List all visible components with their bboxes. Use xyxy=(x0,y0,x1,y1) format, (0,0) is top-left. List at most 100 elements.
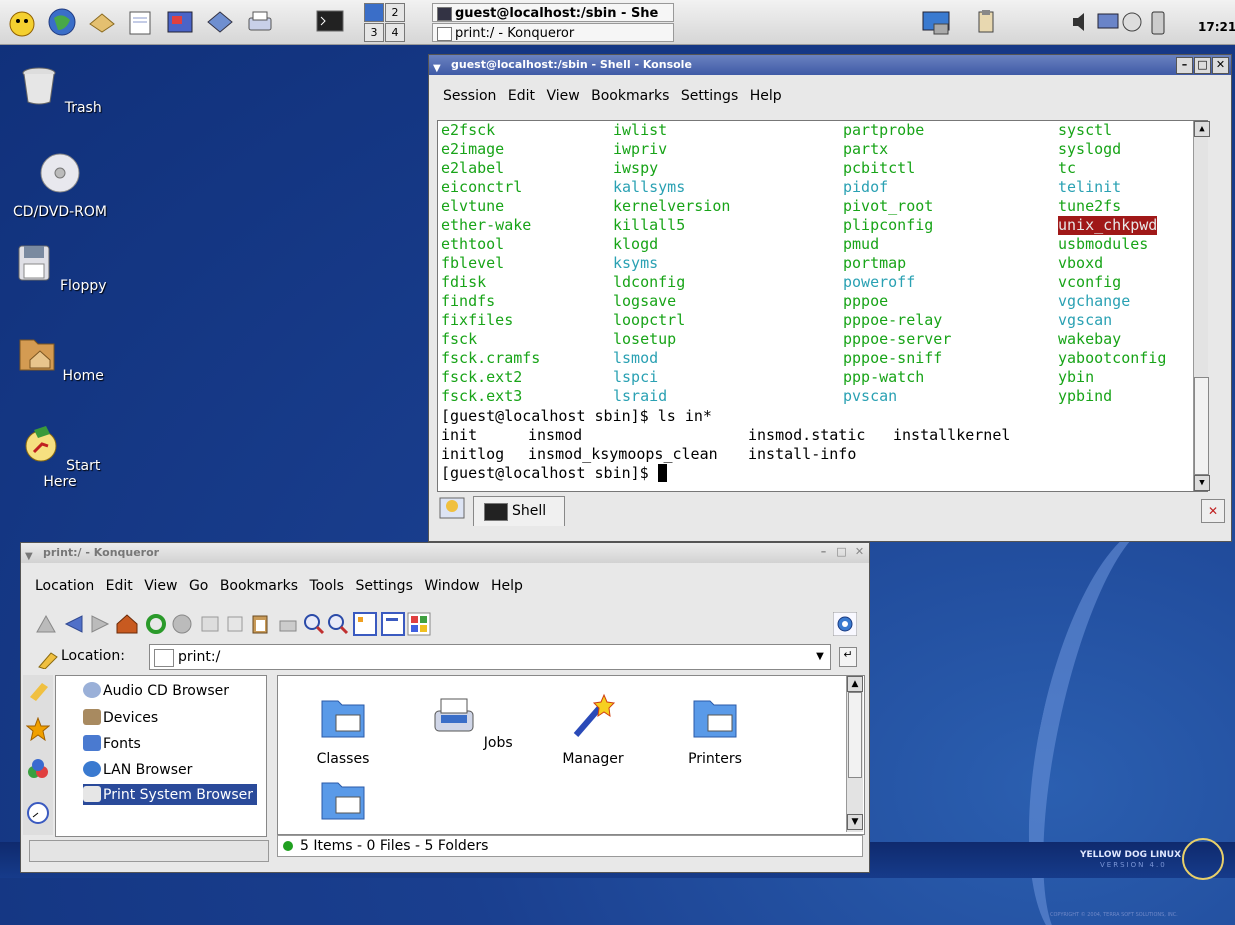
copy-icon[interactable] xyxy=(225,613,247,635)
tab-shell[interactable]: Shell xyxy=(473,496,565,526)
icon-view-icon[interactable] xyxy=(353,612,377,636)
menu-window[interactable]: Window xyxy=(424,578,479,594)
printer-icon[interactable] xyxy=(244,6,276,38)
menu-tools[interactable]: Tools xyxy=(309,578,344,594)
file-item-folder[interactable] xyxy=(293,773,393,833)
menu-view[interactable]: View xyxy=(144,578,177,594)
window-menu-icon[interactable]: ▼ xyxy=(433,59,441,79)
menu-edit[interactable]: Edit xyxy=(508,88,535,104)
new-session-icon[interactable] xyxy=(439,497,465,519)
tree-item-devices[interactable]: Devices xyxy=(83,709,158,726)
up-arrow-icon[interactable] xyxy=(35,613,57,635)
menu-bookmarks[interactable]: Bookmarks xyxy=(591,88,669,104)
zoom-out-icon[interactable] xyxy=(327,613,349,635)
gear-icon[interactable] xyxy=(833,612,857,636)
minimize-button[interactable]: – xyxy=(1176,57,1193,74)
forward-arrow-icon[interactable] xyxy=(89,613,111,635)
bookmarks-tab-icon[interactable] xyxy=(26,677,50,701)
desktop-icon-trash[interactable]: Trash xyxy=(10,64,110,116)
tree-item-print-system[interactable]: Print System Browser xyxy=(83,784,258,805)
desktop-icon-start-here[interactable]: Start Here xyxy=(10,422,110,490)
maximize-button[interactable]: □ xyxy=(1194,57,1211,74)
pager-desktop-4[interactable]: 4 xyxy=(385,23,405,42)
maximize-button[interactable]: □ xyxy=(834,545,849,560)
terminal-screen[interactable]: e2fsck e2image e2label eiconctrl elvtune ethe… xyxy=(437,120,1210,492)
menu-bookmarks[interactable]: Bookmarks xyxy=(220,578,298,594)
konqueror-menubar: Location Edit View Go Bookmarks Tools Se… xyxy=(35,578,530,594)
scroll-thumb[interactable] xyxy=(1194,377,1209,475)
close-session-icon[interactable]: ✕ xyxy=(1201,499,1225,523)
konsole-titlebar[interactable]: ▼ guest@localhost:/sbin - Shell - Konsol… xyxy=(429,55,1231,75)
menu-go[interactable]: Go xyxy=(189,578,208,594)
screenshot-icon[interactable] xyxy=(920,6,952,38)
multicolumn-view-icon[interactable] xyxy=(407,612,431,636)
pager-desktop-2[interactable]: 2 xyxy=(385,3,405,22)
location-dropdown-button[interactable]: ▼ xyxy=(812,647,828,667)
minimize-button[interactable]: – xyxy=(816,545,831,560)
tree-item-audio-cd[interactable]: Audio CD Browser xyxy=(83,682,229,699)
mail-client-icon[interactable] xyxy=(86,6,118,38)
desktop-icon-cdrom[interactable]: CD/DVD-ROM xyxy=(10,152,110,220)
history-tab-icon[interactable] xyxy=(26,801,50,825)
clock[interactable]: 17:21 xyxy=(1198,20,1235,34)
konqueror-titlebar[interactable]: ▼ print:/ - Konqueror – □ ✕ xyxy=(21,543,869,563)
display-icon[interactable] xyxy=(1096,6,1120,38)
file-item-manager[interactable]: Manager xyxy=(543,691,643,767)
taskbar-item-konqueror[interactable]: print:/ - Konqueror xyxy=(432,23,674,42)
menu-view[interactable]: View xyxy=(546,88,579,104)
icon-view-scrollbar[interactable]: ▲ ▼ xyxy=(846,676,863,832)
location-input[interactable]: print:/ ▼ xyxy=(149,644,831,670)
scroll-down-button[interactable]: ▼ xyxy=(1194,475,1210,491)
file-item-printers[interactable]: Printers xyxy=(665,691,765,767)
file-item-classes[interactable]: Classes xyxy=(293,691,393,767)
close-button[interactable]: ✕ xyxy=(1212,57,1229,74)
pager-desktop-1[interactable] xyxy=(364,3,384,22)
terminal-scrollbar[interactable]: ▲ ▼ xyxy=(1193,121,1210,491)
desktop-icon-home[interactable]: Home xyxy=(10,332,110,384)
media-icon[interactable] xyxy=(1120,6,1144,38)
tree-item-fonts[interactable]: Fonts xyxy=(83,735,141,752)
web-browser-icon[interactable] xyxy=(46,6,78,38)
tree-item-lan-browser[interactable]: LAN Browser xyxy=(83,761,192,778)
ls-entry: pidof xyxy=(843,178,889,196)
pager-desktop-3[interactable]: 3 xyxy=(364,23,384,42)
clipboard-icon[interactable] xyxy=(970,6,1002,38)
tree-view-icon[interactable] xyxy=(381,612,405,636)
spreadsheet-icon[interactable] xyxy=(204,6,236,38)
desktop-icon-floppy[interactable]: Floppy xyxy=(10,242,110,294)
go-button[interactable]: ↵ xyxy=(839,647,857,667)
zoom-in-icon[interactable] xyxy=(303,613,325,635)
terminal-icon[interactable] xyxy=(314,6,346,38)
scroll-up-button[interactable]: ▲ xyxy=(1194,121,1210,137)
menu-location[interactable]: Location xyxy=(35,578,94,594)
stop-icon[interactable] xyxy=(171,613,193,635)
scroll-up-button[interactable]: ▲ xyxy=(847,676,863,692)
battery-icon[interactable] xyxy=(1146,6,1170,38)
location-label: Location: xyxy=(61,648,125,664)
presentation-icon[interactable] xyxy=(164,6,196,38)
back-arrow-icon[interactable] xyxy=(63,613,85,635)
menu-settings[interactable]: Settings xyxy=(681,88,738,104)
scroll-down-button[interactable]: ▼ xyxy=(847,814,863,830)
services-tab-icon[interactable] xyxy=(26,757,50,781)
menu-edit[interactable]: Edit xyxy=(106,578,133,594)
clear-location-icon[interactable] xyxy=(37,647,59,669)
star-icon[interactable] xyxy=(26,717,50,741)
close-button[interactable]: ✕ xyxy=(852,545,867,560)
cut-icon[interactable] xyxy=(199,613,221,635)
print-icon[interactable] xyxy=(277,613,299,635)
file-item-jobs[interactable]: Jobs xyxy=(421,691,521,751)
menu-settings[interactable]: Settings xyxy=(355,578,412,594)
documents-icon[interactable] xyxy=(124,6,156,38)
scroll-thumb[interactable] xyxy=(848,692,862,778)
paste-icon[interactable] xyxy=(249,613,271,635)
window-menu-icon[interactable]: ▼ xyxy=(25,547,33,567)
menu-help[interactable]: Help xyxy=(750,88,782,104)
home-icon[interactable] xyxy=(115,613,139,635)
volume-icon[interactable] xyxy=(1070,6,1094,38)
menu-help[interactable]: Help xyxy=(491,578,523,594)
main-menu-icon[interactable] xyxy=(6,6,38,38)
reload-icon[interactable] xyxy=(145,613,167,635)
menu-session[interactable]: Session xyxy=(443,88,496,104)
taskbar-item-konsole[interactable]: guest@localhost:/sbin - She xyxy=(432,3,674,22)
